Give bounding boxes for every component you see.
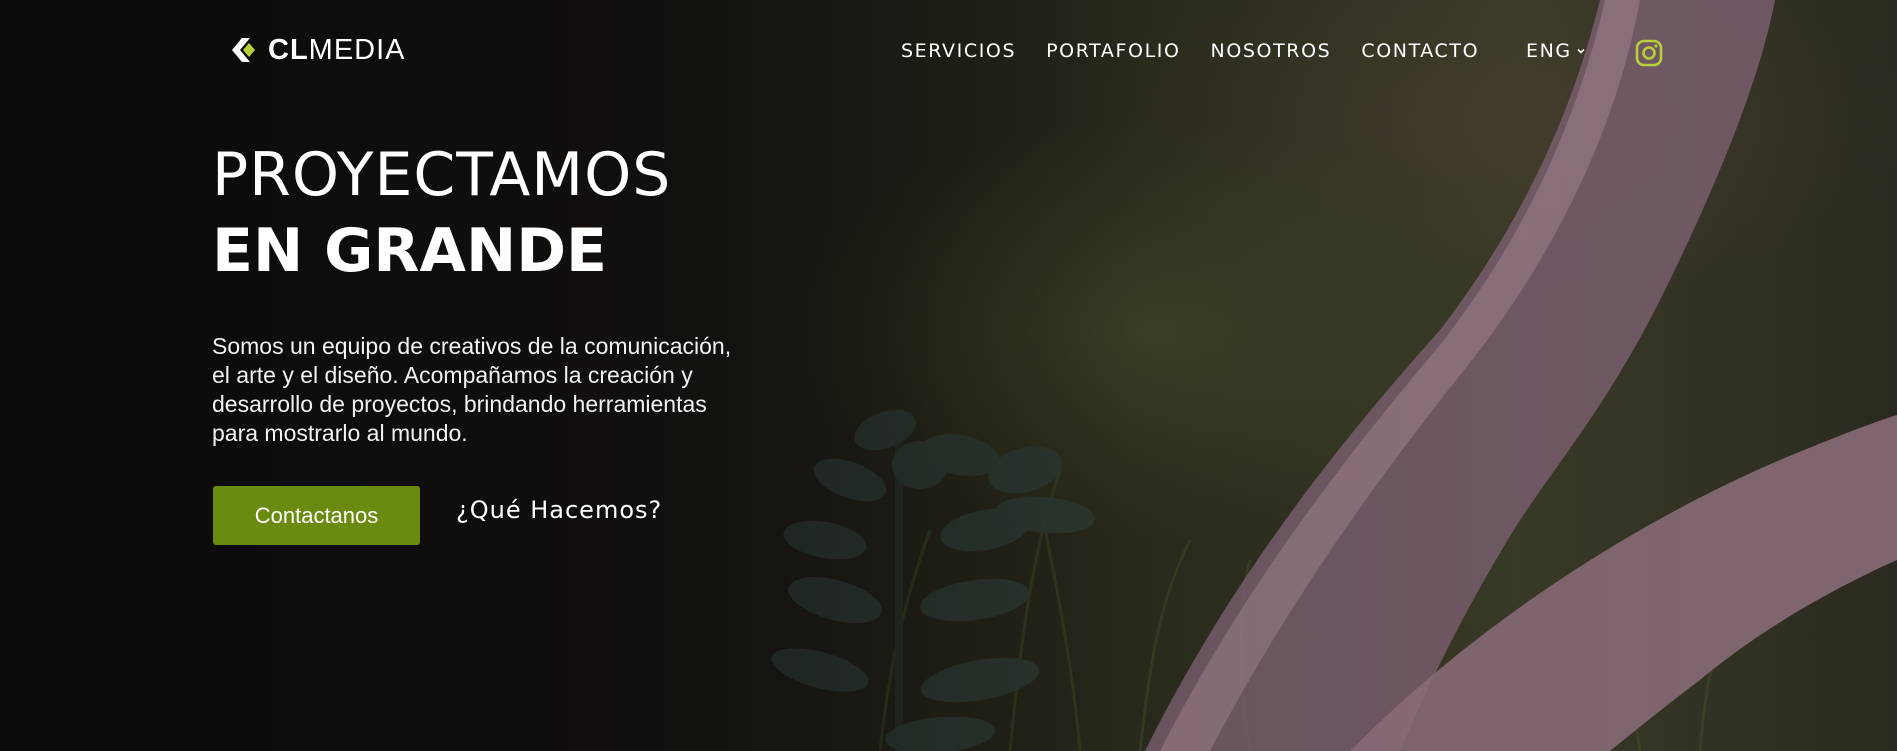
logo-icon xyxy=(232,38,255,62)
nav-item-portafolio[interactable]: PORTAFOLIO xyxy=(1046,40,1180,62)
what-we-do-link[interactable]: ¿Qué Hacemos? xyxy=(456,496,662,524)
instagram-icon[interactable] xyxy=(1634,38,1664,68)
nav-item-contacto[interactable]: CONTACTO xyxy=(1361,40,1479,62)
hero-description: Somos un equipo de creativos de la comun… xyxy=(212,333,732,446)
headline-line-1: PROYECTAMOS xyxy=(212,140,672,210)
chevron-down-icon xyxy=(1577,48,1585,54)
language-selector[interactable]: ENG xyxy=(1526,40,1586,62)
headline-line-2: EN GRANDE xyxy=(212,216,607,286)
logo-text-bold: CL xyxy=(268,33,309,66)
language-label: ENG xyxy=(1526,40,1572,62)
main-nav: SERVICIOS PORTAFOLIO NOSOTROS CONTACTO xyxy=(901,40,1479,62)
contact-button[interactable]: Contactanos xyxy=(213,486,420,545)
nav-item-nosotros[interactable]: NOSOTROS xyxy=(1211,40,1332,62)
brand-logo[interactable]: CLMEDIA xyxy=(228,33,406,67)
nav-item-servicios[interactable]: SERVICIOS xyxy=(901,40,1016,62)
hero-headline: PROYECTAMOS EN GRANDE xyxy=(212,138,671,290)
top-navigation-bar: CLMEDIA SERVICIOS PORTAFOLIO NOSOTROS CO… xyxy=(0,0,1897,112)
logo-wordmark: CLMEDIA xyxy=(268,34,406,67)
hero-section: CLMEDIA SERVICIOS PORTAFOLIO NOSOTROS CO… xyxy=(0,0,1897,751)
logo-text-light: MEDIA xyxy=(308,33,406,66)
